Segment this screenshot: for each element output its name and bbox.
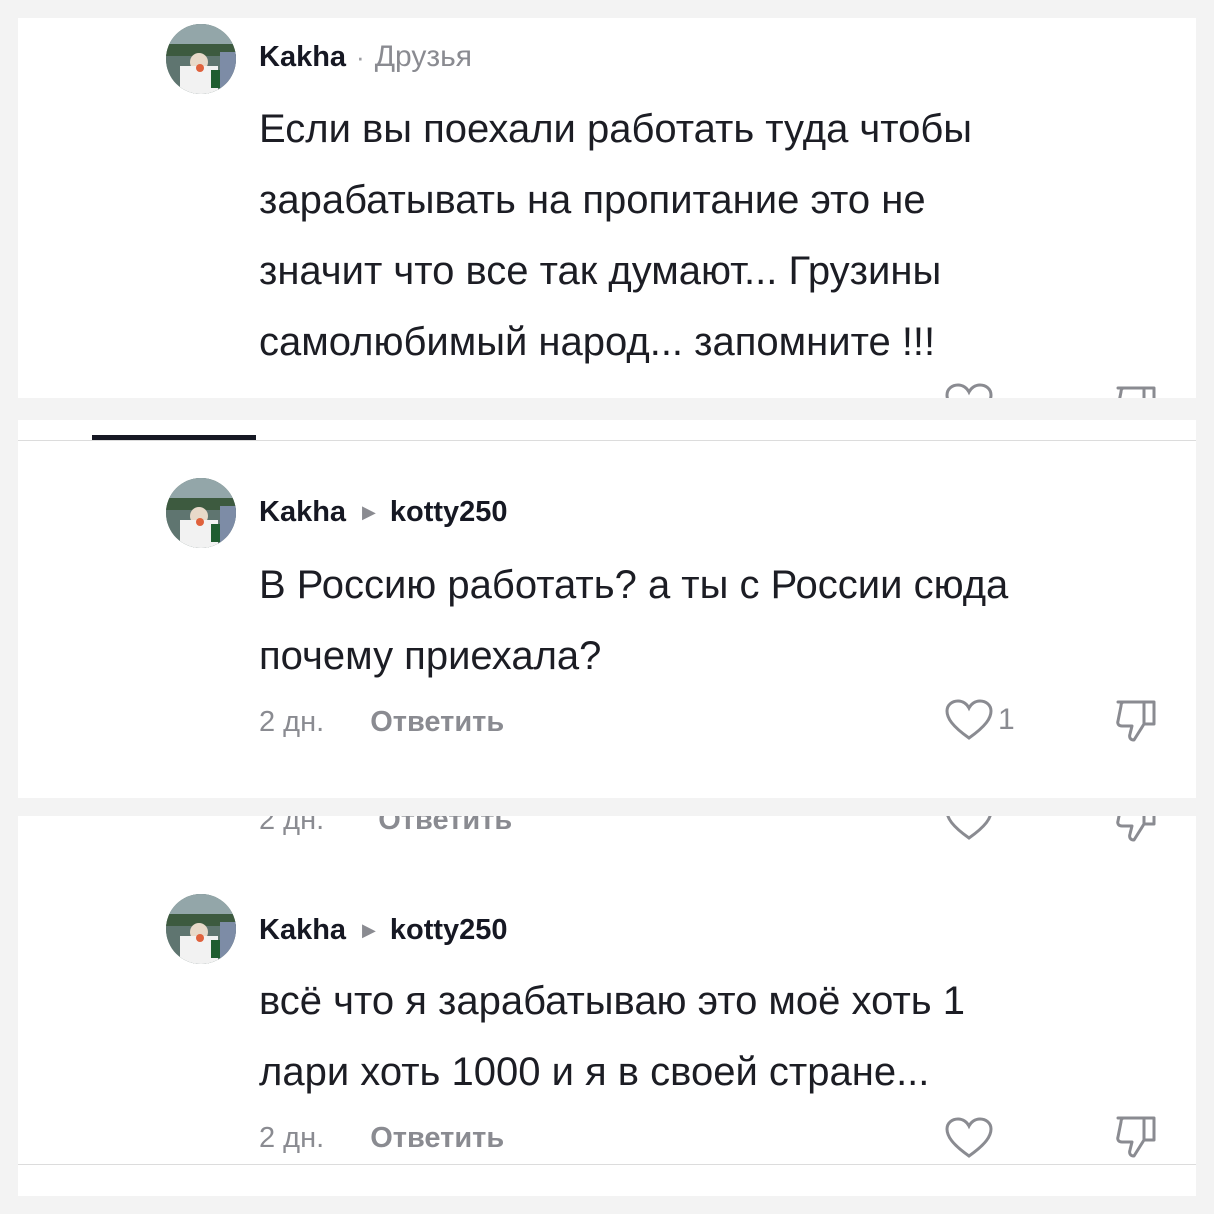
friends-tag: Друзья <box>374 40 473 73</box>
dislike-button[interactable] <box>1114 698 1158 744</box>
comment-meta: 2 дн. Ответить <box>259 1122 504 1155</box>
comment-panel-2: Kakha ▶ kotty250 В Россию работать? а ты… <box>18 420 1196 798</box>
like-button-partial[interactable] <box>944 816 994 842</box>
heart-outline-icon <box>945 699 993 740</box>
like-button[interactable] <box>944 1116 994 1160</box>
avatar[interactable] <box>166 478 236 548</box>
tab-divider <box>18 440 1196 441</box>
avatar-photo-icon <box>166 478 236 548</box>
author-name[interactable]: Kakha <box>259 496 346 529</box>
like-button-partial[interactable] <box>944 382 994 398</box>
author-name[interactable]: Kakha <box>259 914 346 947</box>
comment-text: Если вы поехали работать туда чтобы зара… <box>259 94 972 378</box>
comment-header: Kakha · Друзья <box>259 40 472 74</box>
avatar-photo-icon <box>166 894 236 964</box>
comment-line: самолюбимый народ... запомните !!! <box>259 320 936 364</box>
comment-line: лари хоть 1000 и я в своей стране... <box>259 1050 930 1094</box>
comment-panel-1: Kakha · Друзья Если вы поехали работать … <box>18 18 1196 398</box>
reply-arrow-icon: ▶ <box>362 502 376 522</box>
heart-outline-icon <box>946 816 992 840</box>
comment-header: Kakha ▶ kotty250 <box>259 496 508 529</box>
comment-text: В Россию работать? а ты с России сюда по… <box>259 550 1008 692</box>
reply-arrow-icon: ▶ <box>362 920 376 940</box>
comment-text: всё что я зарабатываю это моё хоть 1 лар… <box>259 966 965 1108</box>
comment-meta-partial: 2 дн. Ответить <box>259 816 512 837</box>
reply-to-username[interactable]: kotty250 <box>390 914 508 947</box>
reply-button[interactable]: Ответить <box>370 706 504 739</box>
thumbs-down-icon <box>1116 1116 1156 1158</box>
like-count: 1 <box>998 703 1015 736</box>
comment-line: всё что я зарабатываю это моё хоть 1 <box>259 979 965 1023</box>
reply-button[interactable]: Ответить <box>370 1122 504 1155</box>
comment-line: значит что все так думают... Грузины <box>259 249 942 293</box>
reply-button[interactable]: Ответить <box>378 816 512 836</box>
comment-time: 2 дн. <box>259 1122 325 1154</box>
comment-header: Kakha ▶ kotty250 <box>259 914 508 947</box>
avatar[interactable] <box>166 24 236 94</box>
comment-panel-3: 2 дн. Ответить Kakha ▶ kotty250 всё что … <box>18 816 1196 1196</box>
comment-line: почему приехала? <box>259 634 602 678</box>
thumbs-down-icon <box>1116 386 1156 398</box>
avatar-photo-icon <box>166 24 236 94</box>
comment-meta: 2 дн. Ответить <box>259 706 504 739</box>
dislike-button-partial[interactable] <box>1114 816 1158 844</box>
thumbs-down-icon <box>1116 700 1156 742</box>
bottom-divider <box>18 1164 1196 1165</box>
author-name[interactable]: Kakha <box>259 41 346 74</box>
comment-line: Если вы поехали работать туда чтобы <box>259 107 973 151</box>
avatar[interactable] <box>166 894 236 964</box>
thumbs-down-icon <box>1116 816 1156 842</box>
reply-to-username[interactable]: kotty250 <box>390 496 508 529</box>
comment-line: В Россию работать? а ты с России сюда <box>259 563 1009 607</box>
comment-time: 2 дн. <box>259 706 325 738</box>
separator-dot: · <box>356 41 365 72</box>
comment-line: зарабатывать на пропитание это не <box>259 178 926 222</box>
heart-outline-icon <box>945 383 993 398</box>
dislike-button[interactable] <box>1114 1114 1158 1160</box>
comment-time: 2 дн. <box>259 816 325 836</box>
dislike-button-partial[interactable] <box>1114 384 1158 398</box>
heart-outline-icon <box>945 1117 993 1158</box>
like-button[interactable]: 1 <box>944 698 1015 742</box>
